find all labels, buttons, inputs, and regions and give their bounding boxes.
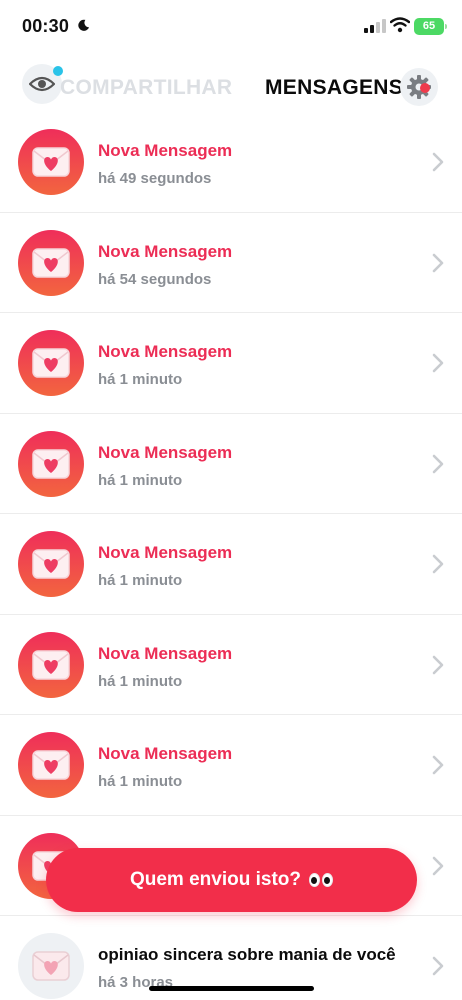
chevron-right-icon — [432, 152, 444, 172]
message-time: há 1 minuto — [98, 672, 183, 690]
message-avatar — [18, 933, 84, 999]
message-avatar — [18, 430, 84, 497]
message-time: há 49 segundos — [98, 170, 212, 187]
cellular-signal-icon — [364, 19, 386, 33]
envelope-heart-icon — [32, 750, 70, 780]
top-nav: COMPARTILHAR MENSAGENS — [0, 56, 462, 118]
who-sent-button[interactable]: Quem enviou isto? — [46, 848, 417, 912]
battery-indicator: 65 — [414, 18, 447, 35]
message-row[interactable]: Nova Mensagem há 54 segundos — [0, 213, 462, 313]
eye-icon — [29, 76, 55, 92]
eyes-emoji-icon — [309, 873, 334, 887]
settings-button[interactable] — [400, 68, 438, 106]
chevron-right-icon — [432, 856, 444, 875]
envelope-heart-icon — [32, 247, 70, 278]
message-avatar — [18, 129, 84, 195]
message-time: há 54 segundos — [98, 270, 212, 288]
notification-dot — [53, 66, 63, 76]
message-row[interactable]: Nova Mensagem há 1 minuto — [0, 313, 462, 414]
message-title: Nova Mensagem — [98, 241, 233, 261]
message-row[interactable]: Nova Mensagem há 1 minuto — [0, 514, 462, 615]
message-title: Nova Mensagem — [98, 342, 233, 361]
chevron-right-icon — [432, 253, 444, 272]
wifi-icon — [390, 17, 410, 33]
envelope-heart-icon — [32, 951, 70, 981]
message-time: há 1 minuto — [98, 371, 183, 388]
message-title: Nova Mensagem — [98, 744, 233, 763]
tab-messages[interactable]: MENSAGENS — [265, 76, 407, 100]
chevron-right-icon — [432, 554, 444, 574]
message-avatar — [18, 631, 84, 698]
message-time: há 1 minuto — [98, 773, 183, 790]
message-row[interactable]: Nova Mensagem há 1 minuto — [0, 715, 462, 816]
envelope-heart-icon — [32, 649, 70, 680]
message-row[interactable]: Nova Mensagem há 49 segundos — [0, 112, 462, 213]
settings-alert-dot — [420, 83, 430, 93]
status-time: 00:30 — [22, 16, 70, 36]
who-sent-label: Quem enviou isto? — [129, 869, 302, 890]
message-avatar — [18, 229, 84, 296]
chevron-right-icon — [432, 655, 444, 674]
chevron-right-icon — [432, 956, 444, 976]
message-time: há 1 minuto — [98, 471, 183, 489]
message-avatar — [18, 732, 84, 798]
message-avatar — [18, 531, 84, 597]
message-title: Nova Mensagem — [98, 442, 233, 462]
message-title: opiniao sincera sobre mania de você — [98, 945, 396, 964]
envelope-heart-icon — [32, 448, 70, 479]
message-time: há 1 minuto — [98, 572, 183, 589]
message-title: Nova Mensagem — [98, 141, 233, 160]
message-title: Nova Mensagem — [98, 543, 233, 562]
home-indicator — [149, 986, 314, 991]
envelope-heart-icon — [32, 348, 70, 378]
message-avatar — [18, 330, 84, 396]
tab-share[interactable]: COMPARTILHAR — [60, 76, 232, 100]
message-row[interactable]: Nova Mensagem há 1 minuto — [0, 414, 462, 514]
envelope-heart-icon — [32, 549, 70, 579]
chevron-right-icon — [432, 454, 444, 473]
message-title: Nova Mensagem — [98, 643, 233, 663]
chevron-right-icon — [432, 755, 444, 775]
focus-moon-icon — [78, 19, 90, 31]
status-bar: 00:30 65 — [0, 0, 462, 56]
envelope-heart-icon — [32, 147, 70, 177]
chevron-right-icon — [432, 353, 444, 373]
message-row[interactable]: Nova Mensagem há 1 minuto — [0, 615, 462, 715]
